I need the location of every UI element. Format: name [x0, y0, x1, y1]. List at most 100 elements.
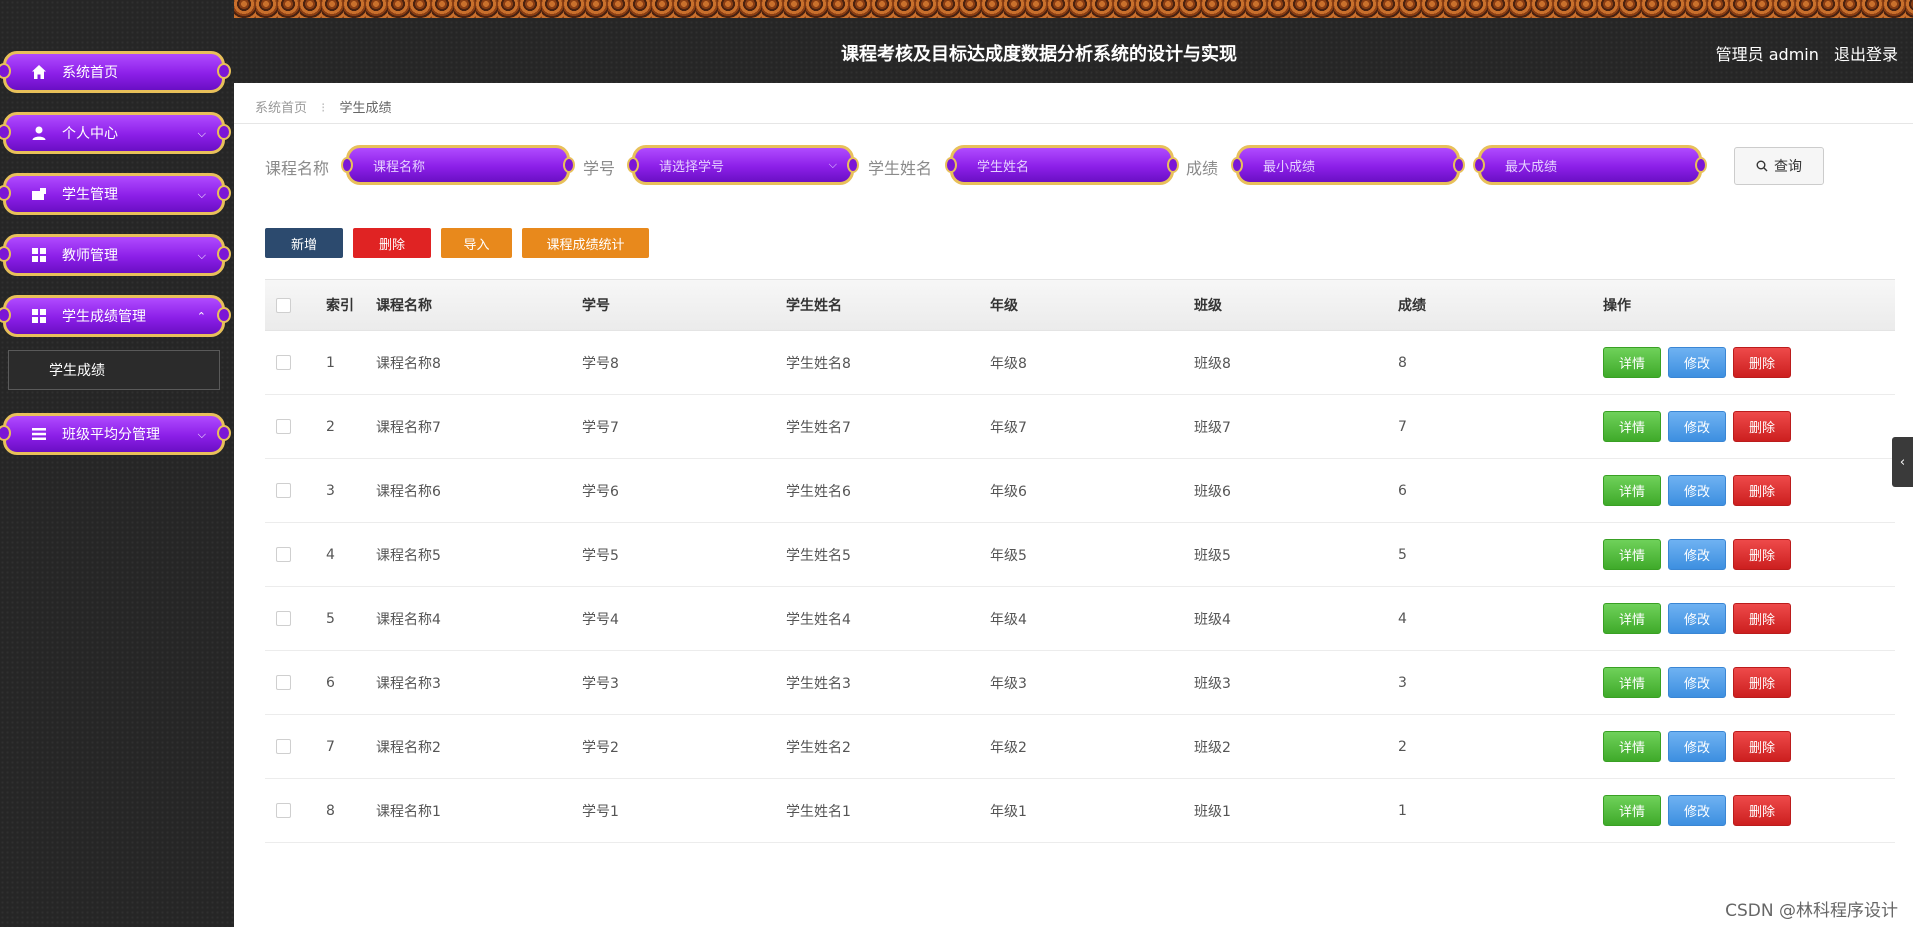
row-checkbox[interactable] — [276, 459, 291, 522]
chevron-up-icon: ⌃ — [196, 310, 206, 323]
logout-link[interactable]: 退出登录 — [1834, 45, 1898, 64]
detail-button[interactable]: 详情 — [1603, 539, 1661, 570]
cell-student-name: 学生姓名8 — [786, 355, 851, 372]
cell-student-id: 学号5 — [582, 547, 619, 564]
course-name-placeholder: 课程名称 — [373, 159, 426, 175]
row-delete-button[interactable]: 删除 — [1733, 731, 1791, 762]
sidebar-item-class-average[interactable]: 班级平均分管理 ⌵ — [0, 413, 231, 455]
sidebar-item-profile[interactable]: 个人中心 ⌵ — [0, 112, 231, 154]
sidebar-item-score-management[interactable]: 学生成绩管理 ⌃ — [0, 295, 231, 337]
batch-delete-button[interactable]: 删除 — [353, 228, 431, 258]
edit-button[interactable]: 修改 — [1668, 795, 1726, 826]
row-checkbox[interactable] — [276, 395, 291, 458]
pill-ornament — [0, 124, 11, 140]
pill-ornament — [217, 63, 231, 79]
cell-score: 6 — [1398, 482, 1407, 499]
cell-class: 班级6 — [1194, 483, 1231, 500]
edit-button[interactable]: 修改 — [1668, 667, 1726, 698]
cell-grade: 年级5 — [990, 547, 1027, 564]
edit-button[interactable]: 修改 — [1668, 347, 1726, 378]
search-icon — [1756, 160, 1768, 172]
table-row: 6 课程名称3 学号3 学生姓名3 年级3 班级3 3 详情 修改 删除 — [265, 651, 1895, 715]
student-name-input[interactable]: 学生姓名 — [945, 145, 1179, 185]
edit-button[interactable]: 修改 — [1668, 475, 1726, 506]
detail-button[interactable]: 详情 — [1603, 667, 1661, 698]
row-checkbox[interactable] — [276, 715, 291, 778]
import-button[interactable]: 导入 — [441, 228, 512, 258]
pill-ornament — [217, 246, 231, 262]
detail-button[interactable]: 详情 — [1603, 603, 1661, 634]
detail-button[interactable]: 详情 — [1603, 731, 1661, 762]
max-score-input[interactable]: 最大成绩 — [1473, 145, 1707, 185]
student-id-select[interactable]: 请选择学号 ⌵ — [627, 145, 859, 185]
divider — [234, 123, 1913, 124]
course-stats-button[interactable]: 课程成绩统计 — [522, 228, 649, 258]
user-icon — [30, 124, 48, 142]
pill-ornament — [0, 185, 11, 201]
field-ornament — [1473, 157, 1485, 173]
cell-score: 1 — [1398, 802, 1407, 819]
row-delete-button[interactable]: 删除 — [1733, 411, 1791, 442]
detail-button[interactable]: 详情 — [1603, 795, 1661, 826]
cell-score: 4 — [1398, 610, 1407, 627]
sidebar-item-teachers[interactable]: 教师管理 ⌵ — [0, 234, 231, 276]
student-id-placeholder: 请选择学号 — [659, 159, 725, 175]
row-checkbox[interactable] — [276, 331, 291, 394]
cell-course: 课程名称4 — [376, 611, 441, 628]
pill-ornament — [217, 124, 231, 140]
cell-grade: 年级6 — [990, 483, 1027, 500]
cell-student-name: 学生姓名3 — [786, 675, 851, 692]
row-checkbox[interactable] — [276, 651, 291, 714]
row-delete-button[interactable]: 删除 — [1733, 539, 1791, 570]
detail-button[interactable]: 详情 — [1603, 475, 1661, 506]
sidebar-subitem-student-scores[interactable]: 学生成绩 — [8, 350, 220, 390]
user-label: 管理员 admin — [1715, 45, 1819, 64]
min-score-input[interactable]: 最小成绩 — [1231, 145, 1465, 185]
sidebar-item-students[interactable]: 学生管理 ⌵ — [0, 173, 231, 215]
row-delete-button[interactable]: 删除 — [1733, 475, 1791, 506]
table-body: 1 课程名称8 学号8 学生姓名8 年级8 班级8 8 详情 修改 删除 2 课程名称7 学号7 学生姓名… — [265, 331, 1895, 843]
edit-button[interactable]: 修改 — [1668, 603, 1726, 634]
cell-student-name: 学生姓名5 — [786, 547, 851, 564]
row-checkbox[interactable] — [276, 587, 291, 650]
collapse-panel-toggle[interactable]: ‹ — [1892, 437, 1913, 487]
pill-ornament — [0, 63, 11, 79]
row-delete-button[interactable]: 删除 — [1733, 667, 1791, 698]
query-button[interactable]: 查询 — [1734, 147, 1824, 185]
row-delete-button[interactable]: 删除 — [1733, 795, 1791, 826]
edit-button[interactable]: 修改 — [1668, 731, 1726, 762]
row-checkbox[interactable] — [276, 523, 291, 586]
detail-button[interactable]: 详情 — [1603, 347, 1661, 378]
field-ornament — [945, 157, 957, 173]
student-id-label: 学号 — [583, 159, 616, 178]
sidebar-item-label: 学生管理 — [62, 187, 118, 203]
select-all-checkbox[interactable] — [276, 280, 291, 330]
cell-course: 课程名称3 — [376, 675, 441, 692]
breadcrumb: 系统首页 ⁝ 学生成绩 — [255, 97, 391, 116]
app-title: 课程考核及目标达成度数据分析系统的设计与实现 — [841, 44, 1237, 65]
sidebar-subitem-label: 学生成绩 — [49, 363, 105, 379]
edit-button[interactable]: 修改 — [1668, 411, 1726, 442]
score-label: 成绩 — [1186, 159, 1219, 178]
add-button[interactable]: 新增 — [265, 228, 343, 258]
row-actions: 详情 修改 删除 — [1603, 331, 1798, 394]
field-ornament — [563, 157, 575, 173]
breadcrumb-home[interactable]: 系统首页 — [255, 101, 307, 116]
edit-button[interactable]: 修改 — [1668, 539, 1726, 570]
row-actions: 详情 修改 删除 — [1603, 395, 1798, 458]
sidebar-item-home[interactable]: 系统首页 — [0, 51, 231, 93]
row-delete-button[interactable]: 删除 — [1733, 347, 1791, 378]
cell-grade: 年级2 — [990, 739, 1027, 756]
cell-course: 课程名称2 — [376, 739, 441, 756]
cell-grade: 年级3 — [990, 675, 1027, 692]
chevron-down-icon: ⌵ — [197, 127, 206, 140]
chevron-down-icon: ⌵ — [197, 428, 206, 441]
breadcrumb-current: 学生成绩 — [339, 101, 392, 116]
course-name-input[interactable]: 课程名称 — [341, 145, 575, 185]
row-checkbox[interactable] — [276, 779, 291, 842]
row-delete-button[interactable]: 删除 — [1733, 603, 1791, 634]
cell-student-name: 学生姓名1 — [786, 803, 851, 820]
cell-score: 8 — [1398, 354, 1407, 371]
detail-button[interactable]: 详情 — [1603, 411, 1661, 442]
row-actions: 详情 修改 删除 — [1603, 715, 1798, 778]
